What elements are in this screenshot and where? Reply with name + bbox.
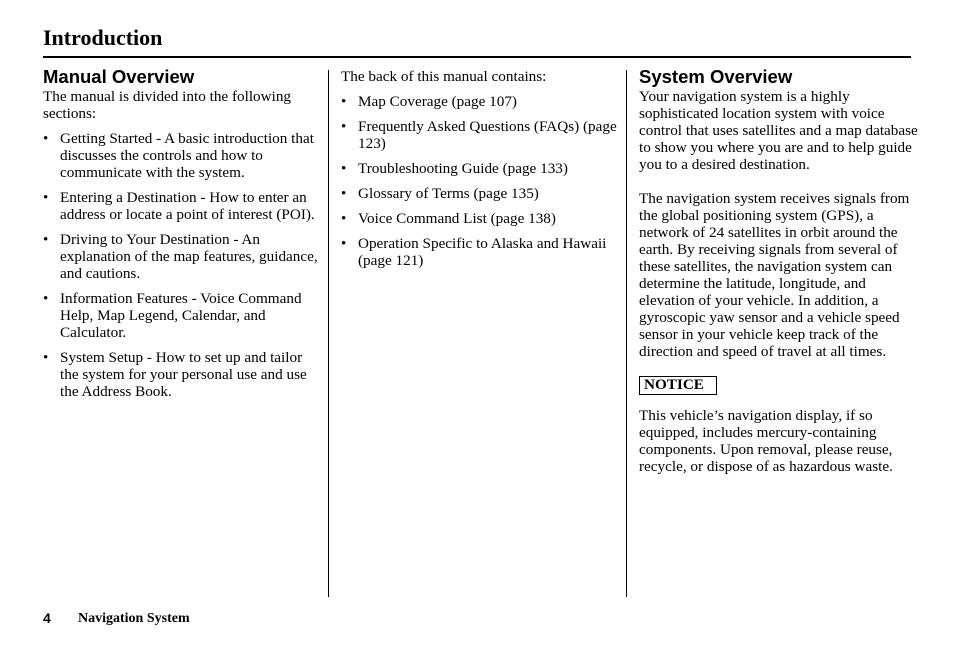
list-item: • Troubleshooting Guide (page 133) xyxy=(341,160,621,177)
system-overview-paragraph: Your navigation system is a highly sophi… xyxy=(639,88,918,173)
bullet-icon: • xyxy=(341,210,347,227)
list-item: • Frequently Asked Questions (FAQs) (page… xyxy=(341,118,621,152)
list-item: • Operation Specific to Alaska and Hawaii… xyxy=(341,235,621,269)
bullet-icon: • xyxy=(341,185,347,202)
list-item-text: Troubleshooting Guide (page 133) xyxy=(358,160,568,177)
manual-overview-intro: The manual is divided into the following… xyxy=(43,88,292,122)
column-divider xyxy=(328,70,329,597)
back-of-manual-section: The back of this manual contains: • Map C… xyxy=(341,68,621,269)
bullet-icon: • xyxy=(43,231,49,248)
page-number: 4 xyxy=(43,610,51,626)
list-item-text: Map Coverage (page 107) xyxy=(358,93,517,110)
list-item: • Map Coverage (page 107) xyxy=(341,93,621,110)
manual-overview-heading: Manual Overview xyxy=(43,66,195,87)
bullet-icon: • xyxy=(341,235,347,252)
list-item-text: Voice Command List (page 138) xyxy=(358,210,556,227)
list-item-text: Operation Specific to Alaska and Hawaii … xyxy=(358,235,607,269)
list-item: • Entering a Destination - How to enter a… xyxy=(43,189,323,223)
list-item-text: System Setup - How to set up and tailor … xyxy=(60,349,307,400)
list-item: • Information Features - Voice Command He… xyxy=(43,290,323,341)
bullet-icon: • xyxy=(43,290,49,307)
bullet-icon: • xyxy=(341,160,347,177)
system-overview-heading: System Overview xyxy=(639,66,793,87)
list-item-text: Getting Started - A basic introduction t… xyxy=(60,130,314,181)
bullet-icon: • xyxy=(43,189,49,206)
manual-sections-list: • Getting Started - A basic introduction … xyxy=(43,130,323,400)
notice-label: NOTICE xyxy=(639,376,717,395)
system-overview-section: System Overview Your navigation system i… xyxy=(639,66,919,475)
bullet-icon: • xyxy=(341,93,347,110)
back-of-manual-list: • Map Coverage (page 107) • Frequently Ask… xyxy=(341,93,621,269)
notice-text: This vehicle’s navigation display, if so… xyxy=(639,407,893,475)
title-rule xyxy=(43,56,911,58)
page-title: Introduction xyxy=(43,25,163,50)
list-item-text: Driving to Your Destination - An explana… xyxy=(60,231,318,282)
list-item: • Voice Command List (page 138) xyxy=(341,210,621,227)
bullet-icon: • xyxy=(341,118,347,135)
list-item: • Getting Started - A basic introduction … xyxy=(43,130,323,181)
column-divider xyxy=(626,70,627,597)
list-item-text: Frequently Asked Questions (FAQs) (page … xyxy=(358,118,617,152)
bullet-icon: • xyxy=(43,349,49,366)
list-item-text: Glossary of Terms (page 135) xyxy=(358,185,539,202)
footer-title: Navigation System xyxy=(78,611,190,626)
manual-overview-section: Manual Overview The manual is divided in… xyxy=(43,66,323,400)
list-item: • Glossary of Terms (page 135) xyxy=(341,185,621,202)
list-item: • Driving to Your Destination - An explan… xyxy=(43,231,323,282)
list-item-text: Entering a Destination - How to enter an… xyxy=(60,189,315,223)
list-item-text: Information Features - Voice Command Hel… xyxy=(60,290,302,341)
list-item: • System Setup - How to set up and tailor… xyxy=(43,349,323,400)
system-overview-paragraph: The navigation system receives signals f… xyxy=(639,190,910,360)
back-of-manual-intro: The back of this manual contains: xyxy=(341,68,547,85)
bullet-icon: • xyxy=(43,130,49,147)
